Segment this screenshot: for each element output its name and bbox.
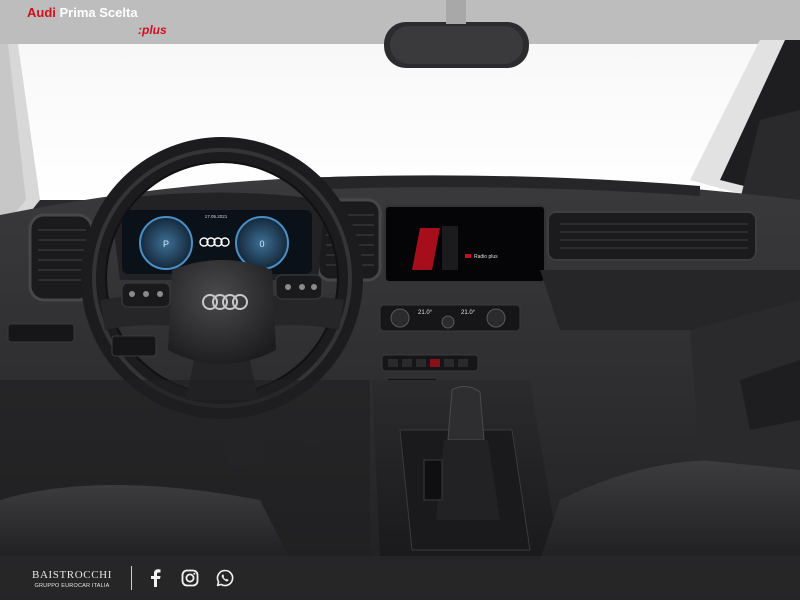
instagram-icon [181,569,199,587]
whatsapp-icon [216,569,234,587]
facebook-link[interactable] [145,568,165,588]
center-switch-row [381,354,479,372]
climate-left-temp: 21.0° [418,310,433,316]
dealer-name: BAISTROCCHI [32,569,112,581]
dealer-tagline: GRUPPO EUROCAR ITALIA [34,583,110,589]
infotainment-screen: Radio plus [384,205,546,283]
photo-frame: P 0 17.05.2021 Radio plus 21.0° 21.0° Au… [0,0,800,600]
right-air-vent [547,211,757,261]
climate-control-panel: 21.0° 21.0° [379,304,521,332]
brand-title: Audi Prima Scelta [27,5,138,20]
cluster-date: 17.05.2021 [205,214,228,219]
dealer-logo[interactable]: BAISTROCCHI GRUPPO EUROCAR ITALIA [26,569,118,589]
climate-right-temp: 21.0° [461,310,476,316]
facebook-icon [151,569,161,587]
footer-divider [131,566,132,590]
svg-text:P: P [163,239,169,249]
brand-program: Prima Scelta [59,5,138,20]
svg-text:0: 0 [259,239,264,249]
whatsapp-link[interactable] [215,568,235,588]
footer-bar: BAISTROCCHI GRUPPO EUROCAR ITALIA [0,556,800,600]
brand-logo: Audi Prima Scelta :plus [27,5,167,37]
car-interior-photo: P 0 17.05.2021 Radio plus 21.0° 21.0° [0,0,800,600]
brand-plus: :plus [138,23,167,37]
instagram-link[interactable] [180,568,200,588]
infotainment-source: Radio plus [474,254,498,260]
brand-audi: Audi [27,5,56,20]
